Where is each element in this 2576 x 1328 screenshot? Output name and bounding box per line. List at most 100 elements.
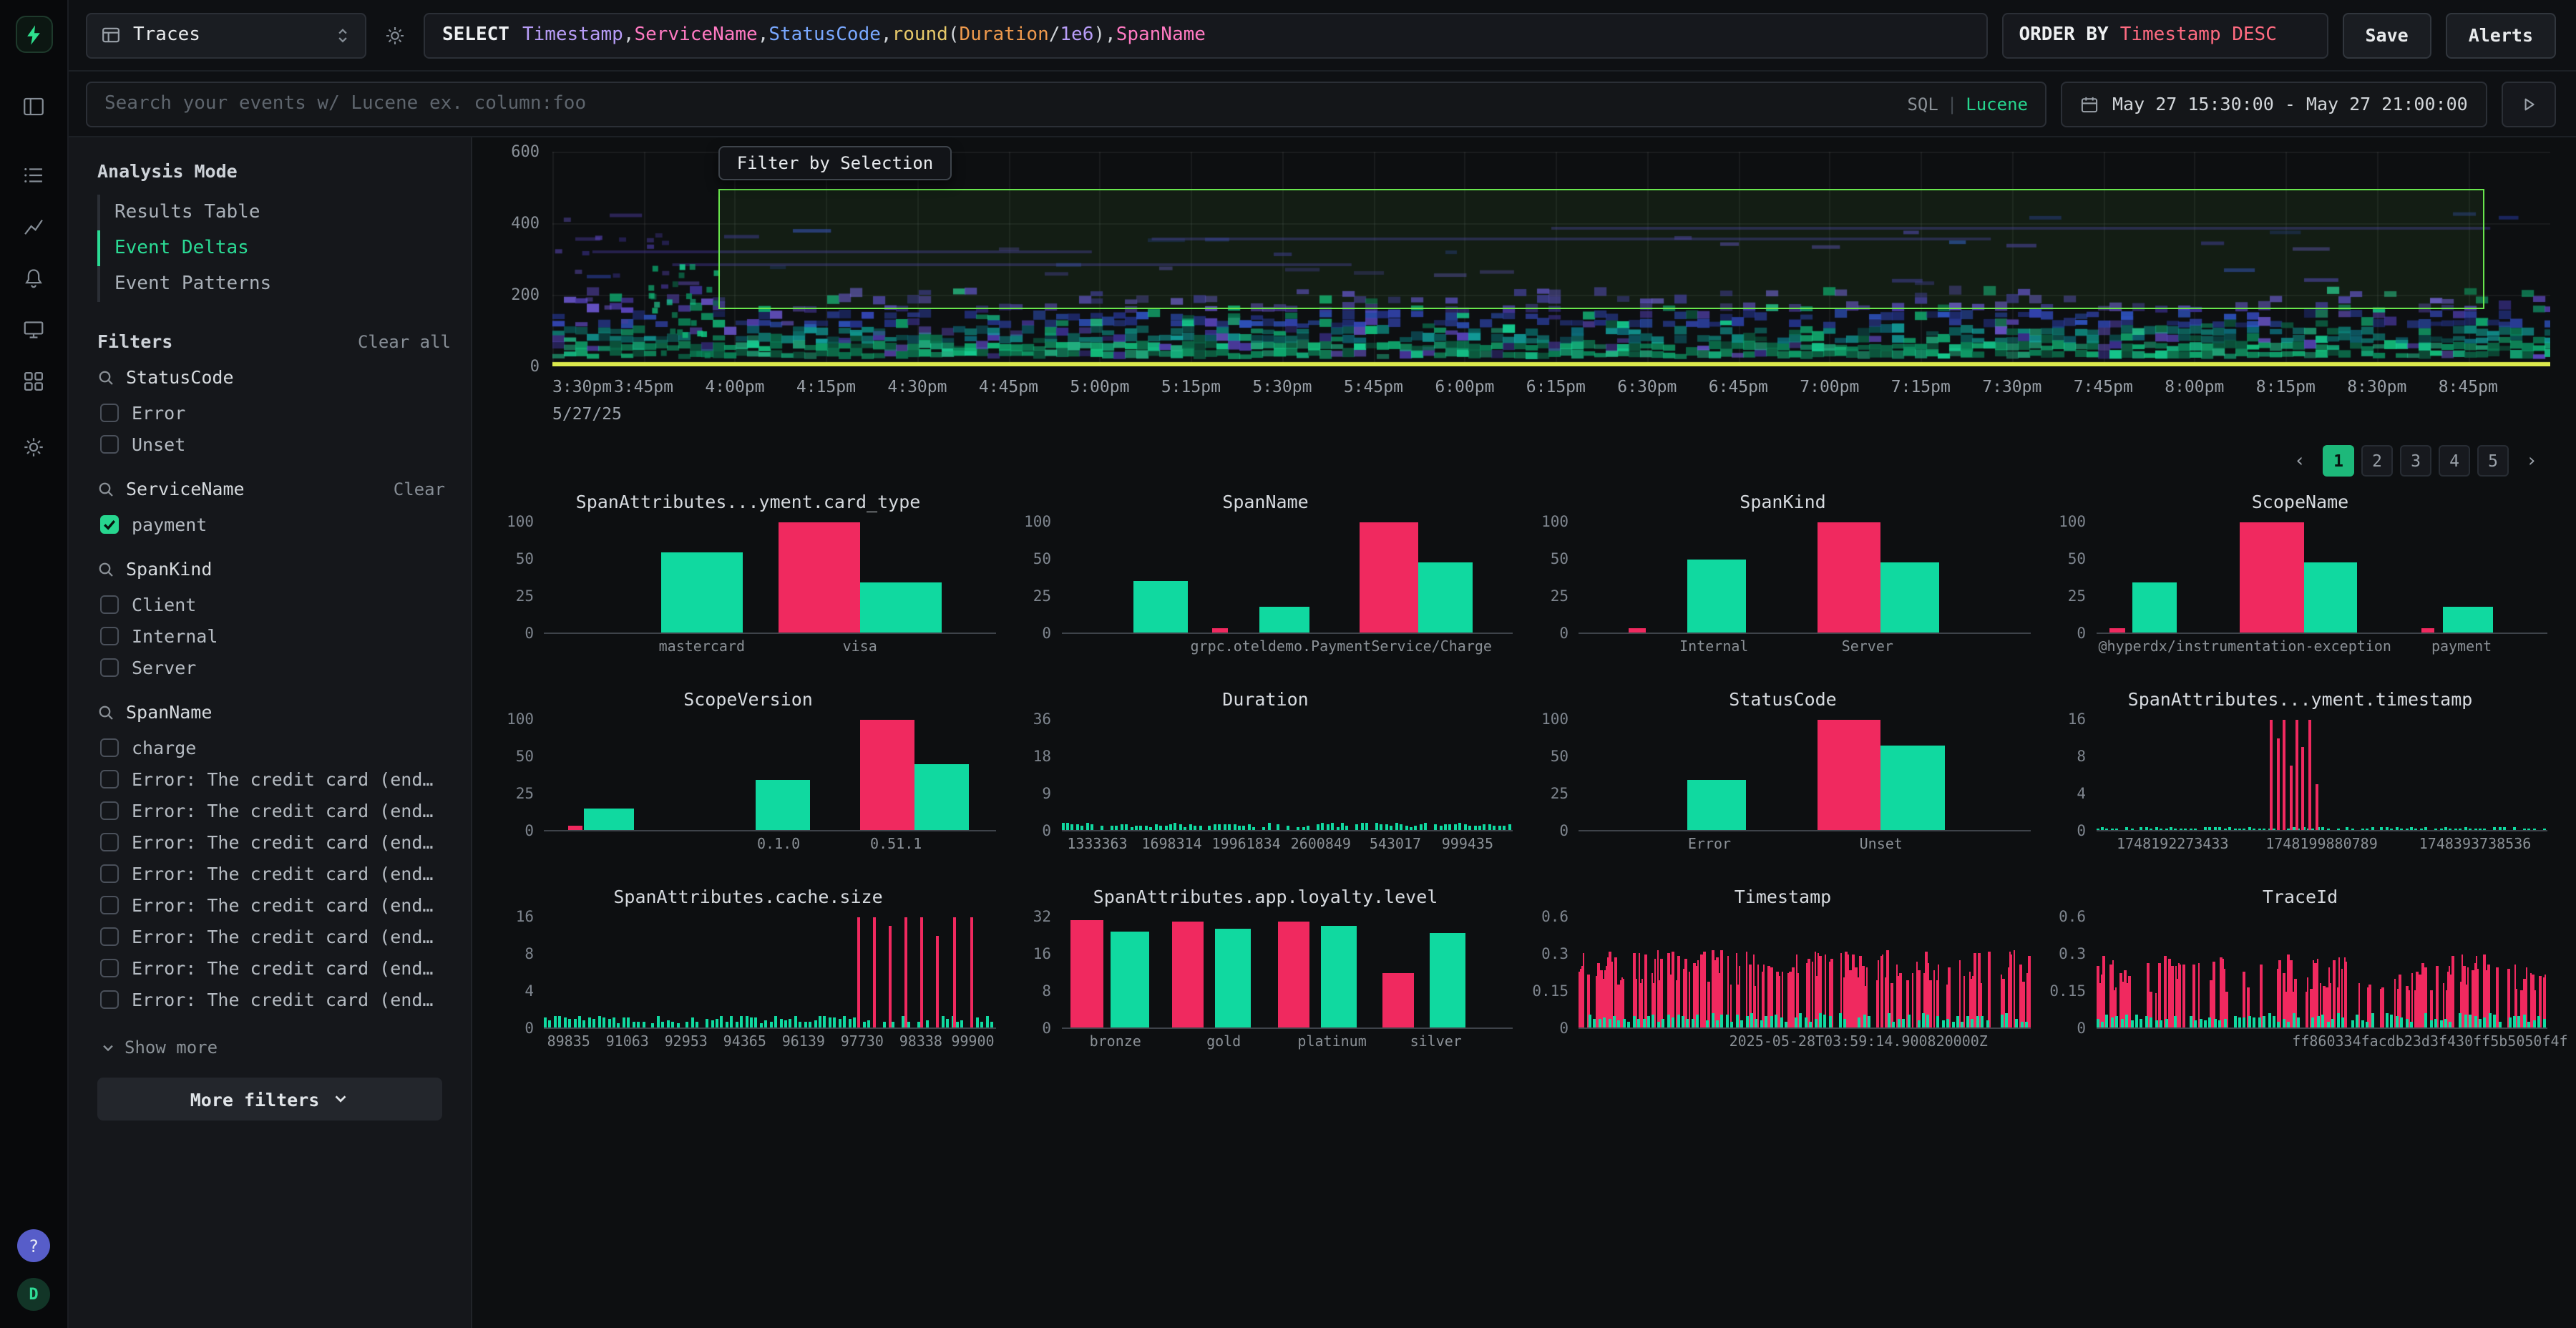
filter-option[interactable]: charge [97,731,451,763]
checkbox-checked[interactable] [100,514,119,533]
filter-option[interactable]: Internal [97,620,451,651]
pagination-page-5[interactable]: 5 [2477,445,2509,477]
pagination-page-1[interactable]: 1 [2323,445,2354,477]
bar [1819,1013,1822,1027]
pagination-page-3[interactable]: 3 [2400,445,2431,477]
bar [2283,1018,2285,1027]
bar [1598,1019,1601,1027]
alerts-button[interactable]: Alerts [2446,12,2556,58]
checkbox[interactable] [100,801,119,819]
filter-option[interactable]: Error [97,396,451,428]
filter-option[interactable]: Error: The credit card (end… [97,763,451,794]
mini-chart-plot[interactable] [1579,522,2030,634]
order-by-editor[interactable]: ORDER BYTimestamp DESC [2001,12,2328,58]
checkbox[interactable] [100,403,119,421]
bar [2253,829,2255,830]
filter-option[interactable]: Error: The credit card (end… [97,826,451,857]
help-button[interactable]: ? [17,1229,50,1262]
services-grid-icon[interactable] [12,359,55,402]
mini-chart-plot[interactable] [544,720,995,831]
pagination-next[interactable]: › [2516,445,2547,477]
date-range-picker[interactable]: May 27 15:30:00 - May 27 21:00:00 [2061,81,2487,127]
checkbox[interactable] [100,626,119,645]
logs-list-icon[interactable] [12,153,55,196]
bar [2292,1013,2295,1027]
panels-icon[interactable] [12,84,55,127]
mini-chart-plot[interactable] [1579,720,2030,831]
hyperdx-logo[interactable] [15,16,52,53]
checkbox[interactable] [100,895,119,914]
bar [2297,1017,2300,1027]
query-language-toggle[interactable]: SQL|Lucene [1907,94,2028,114]
more-filters-button[interactable]: More filters [97,1078,442,1120]
bar [2479,1020,2482,1027]
bar [2537,1016,2540,1027]
search-input[interactable] [104,93,1888,114]
mini-chart-plot[interactable] [2096,917,2547,1029]
pagination-page-4[interactable]: 4 [2439,445,2470,477]
mini-chart-y-axis: 16840 [2053,720,2096,831]
mini-chart-plot[interactable] [2096,522,2547,634]
dashboards-monitor-icon[interactable] [12,308,55,351]
heatmap-plot[interactable]: Filter by Selection [552,152,2550,366]
checkbox[interactable] [100,738,119,756]
analysis-mode-event-patterns[interactable]: Event Patterns [97,266,451,302]
filter-group-header-statuscode[interactable]: StatusCode [97,366,451,388]
time-selection-region[interactable] [718,188,2484,308]
user-avatar[interactable]: D [17,1278,50,1311]
show-more-button[interactable]: Show more [97,1033,451,1058]
mini-chart-plot[interactable] [1579,917,2030,1029]
filter-group-header-servicename[interactable]: ServiceNameClear [97,478,451,499]
mini-chart-plot[interactable] [1061,917,1513,1029]
mini-chart-plot[interactable] [544,522,995,634]
bar [2183,965,2185,1027]
checkbox[interactable] [100,990,119,1008]
line-chart-icon[interactable] [12,205,55,248]
pagination-page-2[interactable]: 2 [2361,445,2393,477]
filter-group-header-spankind[interactable]: SpanKind [97,558,451,580]
checkbox[interactable] [100,832,119,851]
save-button[interactable]: Save [2342,12,2431,58]
clear-all-filters-button[interactable]: Clear all [358,331,451,351]
alerts-bell-icon[interactable] [12,256,55,299]
filter-option[interactable]: Error: The credit card (end… [97,920,451,952]
mini-chart-plot[interactable] [544,917,995,1029]
mini-chart-plot[interactable] [2096,720,2547,831]
filter-option[interactable]: Client [97,588,451,620]
filter-option[interactable]: payment [97,508,451,540]
bar [2238,1018,2241,1027]
checkbox[interactable] [100,658,119,676]
checkbox[interactable] [100,927,119,945]
run-query-button[interactable] [2502,81,2556,127]
bar [2273,1015,2275,1027]
bar [1623,1020,1626,1027]
sql-select-editor[interactable]: SELECTTimestamp,ServiceName,StatusCode,r… [424,12,1987,58]
bar [735,1022,738,1027]
checkbox[interactable] [100,958,119,977]
analysis-mode-results-table[interactable]: Results Table [97,195,451,230]
filter-group-clear-button[interactable]: Clear [394,479,445,499]
filter-option[interactable]: Error: The credit card (end… [97,857,451,889]
settings-gear-icon[interactable] [12,425,55,468]
filter-group-header-spanname[interactable]: SpanName [97,701,451,723]
checkbox[interactable] [100,864,119,882]
checkbox[interactable] [100,769,119,788]
pagination-prev[interactable]: ‹ [2284,445,2316,477]
checkbox[interactable] [100,595,119,613]
bar [829,1017,831,1027]
analysis-mode-event-deltas[interactable]: Event Deltas [97,230,451,266]
query-token: , [758,24,769,46]
filter-option[interactable]: Server [97,651,451,683]
filter-option[interactable]: Unset [97,428,451,459]
filter-by-selection-button[interactable]: Filter by Selection [718,146,952,180]
mini-chart-plot[interactable] [1061,522,1513,634]
filter-option[interactable]: Error: The credit card (end… [97,889,451,920]
checkbox[interactable] [100,434,119,453]
source-settings-gear-icon[interactable] [381,21,409,49]
filter-option[interactable]: Error: The credit card (end… [97,794,451,826]
filter-option[interactable]: Error: The credit card (end… [97,952,451,983]
source-select[interactable]: Traces [86,12,366,58]
mini-chart-plot[interactable] [1061,720,1513,831]
filter-option[interactable]: Error: The credit card (end… [97,983,451,1015]
bar [559,1017,562,1027]
